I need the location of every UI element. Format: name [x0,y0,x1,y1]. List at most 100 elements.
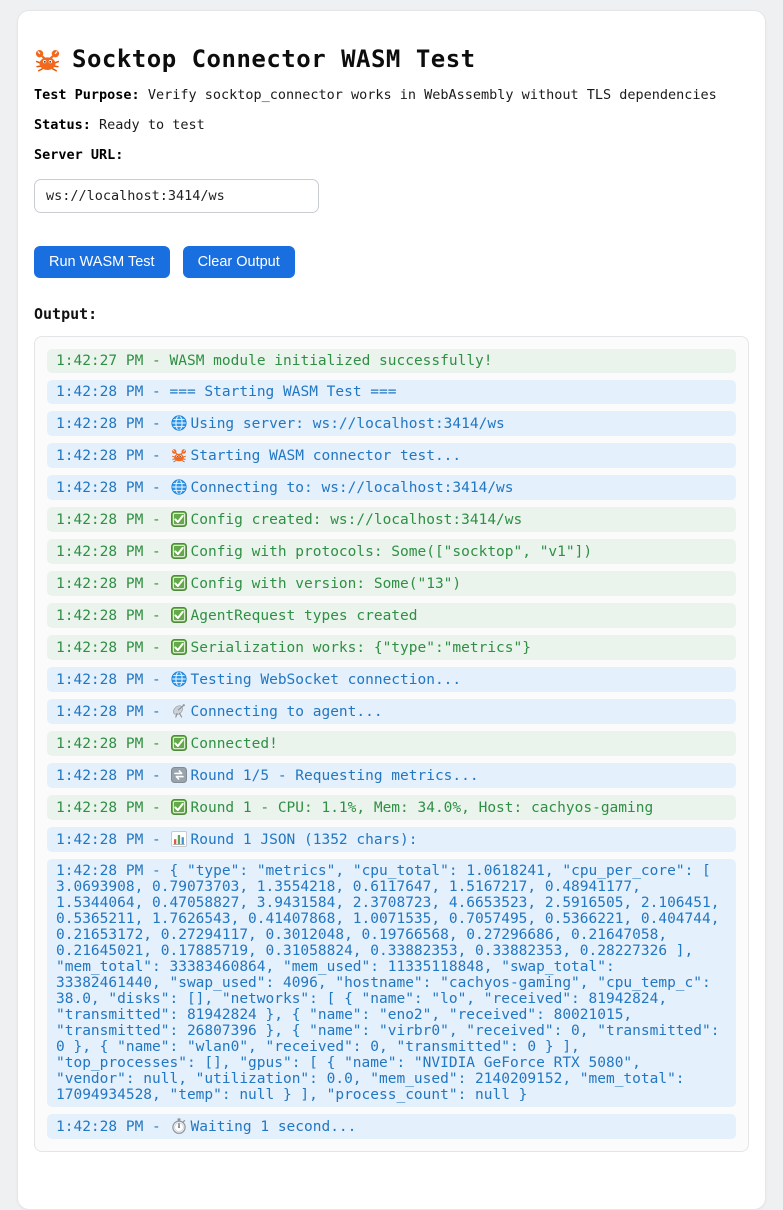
log-timestamp: 1:42:28 PM [56,736,143,752]
clear-output-button[interactable]: Clear Output [183,246,295,278]
log-message: AgentRequest types created [191,608,418,624]
log-message: { "type": "metrics", "cpu_total": 1.0618… [56,863,719,1103]
log-message: Config created: ws://localhost:3414/ws [191,512,523,528]
log-separator: - [152,512,161,528]
crab-icon [171,447,187,464]
log-entry: 1:42:28 PM - Config with version: Some("… [47,571,736,596]
log-message: Waiting 1 second... [191,1119,357,1135]
log-entry: 1:42:28 PM - Connected! [47,731,736,756]
check-icon [171,799,187,816]
log-message: Round 1 JSON (1352 chars): [191,832,418,848]
log-timestamp: 1:42:28 PM [56,832,143,848]
page-title-text: Socktop Connector WASM Test [72,45,476,73]
log-separator: - [152,800,161,816]
globe-icon [171,479,187,496]
log-entry: 1:42:28 PM - === Starting WASM Test === [47,380,736,404]
log-separator: - [152,384,161,400]
log-timestamp: 1:42:28 PM [56,1119,143,1135]
log-message: Round 1 - CPU: 1.1%, Mem: 34.0%, Host: c… [191,800,654,816]
log-entry: 1:42:28 PM - Waiting 1 second... [47,1114,736,1139]
test-purpose-text: Verify socktop_connector works in WebAss… [148,87,717,103]
log-separator: - [152,353,161,369]
log-separator: - [152,608,161,624]
log-timestamp: 1:42:28 PM [56,576,143,592]
log-entry: 1:42:28 PM - AgentRequest types created [47,603,736,628]
log-separator: - [152,863,161,879]
log-entry: 1:42:28 PM - Round 1/5 - Requesting metr… [47,763,736,788]
log-message: Using server: ws://localhost:3414/ws [191,416,505,432]
check-icon [171,607,187,624]
log-timestamp: 1:42:28 PM [56,480,143,496]
log-timestamp: 1:42:28 PM [56,640,143,656]
log-message: Connecting to agent... [191,704,383,720]
log-entry: 1:42:28 PM - Serialization works: {"type… [47,635,736,660]
log-entry: 1:42:28 PM - Connecting to agent... [47,699,736,724]
log-entry: 1:42:28 PM - Using server: ws://localhos… [47,411,736,436]
log-timestamp: 1:42:27 PM [56,353,143,369]
check-icon [171,543,187,560]
test-purpose-label: Test Purpose: [34,87,140,103]
globe-icon [171,671,187,688]
stopwatch-icon [171,1118,187,1135]
run-wasm-test-button[interactable]: Run WASM Test [34,246,170,278]
log-timestamp: 1:42:28 PM [56,704,143,720]
log-timestamp: 1:42:28 PM [56,448,143,464]
server-url-input[interactable] [34,179,319,213]
bar-chart-icon [171,831,187,848]
page-title: Socktop Connector WASM Test [34,45,749,73]
log-entry: 1:42:28 PM - Round 1 - CPU: 1.1%, Mem: 3… [47,795,736,820]
output-log: 1:42:27 PM - WASM module initialized suc… [34,336,749,1152]
log-timestamp: 1:42:28 PM [56,768,143,784]
globe-icon [171,415,187,432]
log-timestamp: 1:42:28 PM [56,384,143,400]
check-icon [171,639,187,656]
log-message: Testing WebSocket connection... [191,672,462,688]
server-url-line: Server URL: [34,147,749,163]
log-message: Serialization works: {"type":"metrics"} [191,640,531,656]
log-message: Connected! [191,736,278,752]
log-message: Config with protocols: Some(["socktop", … [191,544,593,560]
log-message: Connecting to: ws://localhost:3414/ws [191,480,514,496]
log-separator: - [152,1119,161,1135]
log-separator: - [152,768,161,784]
crab-icon [34,47,61,72]
refresh-icon [171,767,187,784]
log-entry: 1:42:28 PM - Round 1 JSON (1352 chars): [47,827,736,852]
check-icon [171,735,187,752]
log-separator: - [152,416,161,432]
log-timestamp: 1:42:28 PM [56,800,143,816]
log-separator: - [152,480,161,496]
log-timestamp: 1:42:28 PM [56,672,143,688]
main-card: Socktop Connector WASM Test Test Purpose… [17,10,766,1210]
log-entry: 1:42:27 PM - WASM module initialized suc… [47,349,736,373]
log-separator: - [152,640,161,656]
log-separator: - [152,736,161,752]
log-timestamp: 1:42:28 PM [56,863,143,879]
status-label: Status: [34,117,91,133]
satellite-icon [171,703,187,720]
log-entry: 1:42:28 PM - Starting WASM connector tes… [47,443,736,468]
log-separator: - [152,704,161,720]
log-timestamp: 1:42:28 PM [56,416,143,432]
log-entry: 1:42:28 PM - Config with protocols: Some… [47,539,736,564]
output-label: Output: [34,305,749,323]
test-purpose-line: Test Purpose: Verify socktop_connector w… [34,87,749,103]
log-timestamp: 1:42:28 PM [56,608,143,624]
log-entry: 1:42:28 PM - Config created: ws://localh… [47,507,736,532]
log-timestamp: 1:42:28 PM [56,512,143,528]
log-entry: 1:42:28 PM - { "type": "metrics", "cpu_t… [47,859,736,1107]
status-text: Ready to test [99,117,205,133]
log-separator: - [152,544,161,560]
log-separator: - [152,832,161,848]
check-icon [171,575,187,592]
check-icon [171,511,187,528]
log-separator: - [152,672,161,688]
log-message: Starting WASM connector test... [191,448,462,464]
log-message: Config with version: Some("13") [191,576,462,592]
server-url-row [34,179,749,213]
log-separator: - [152,576,161,592]
log-separator: - [152,448,161,464]
status-line: Status: Ready to test [34,117,749,133]
log-message: === Starting WASM Test === [170,384,397,400]
server-url-label: Server URL: [34,147,123,163]
